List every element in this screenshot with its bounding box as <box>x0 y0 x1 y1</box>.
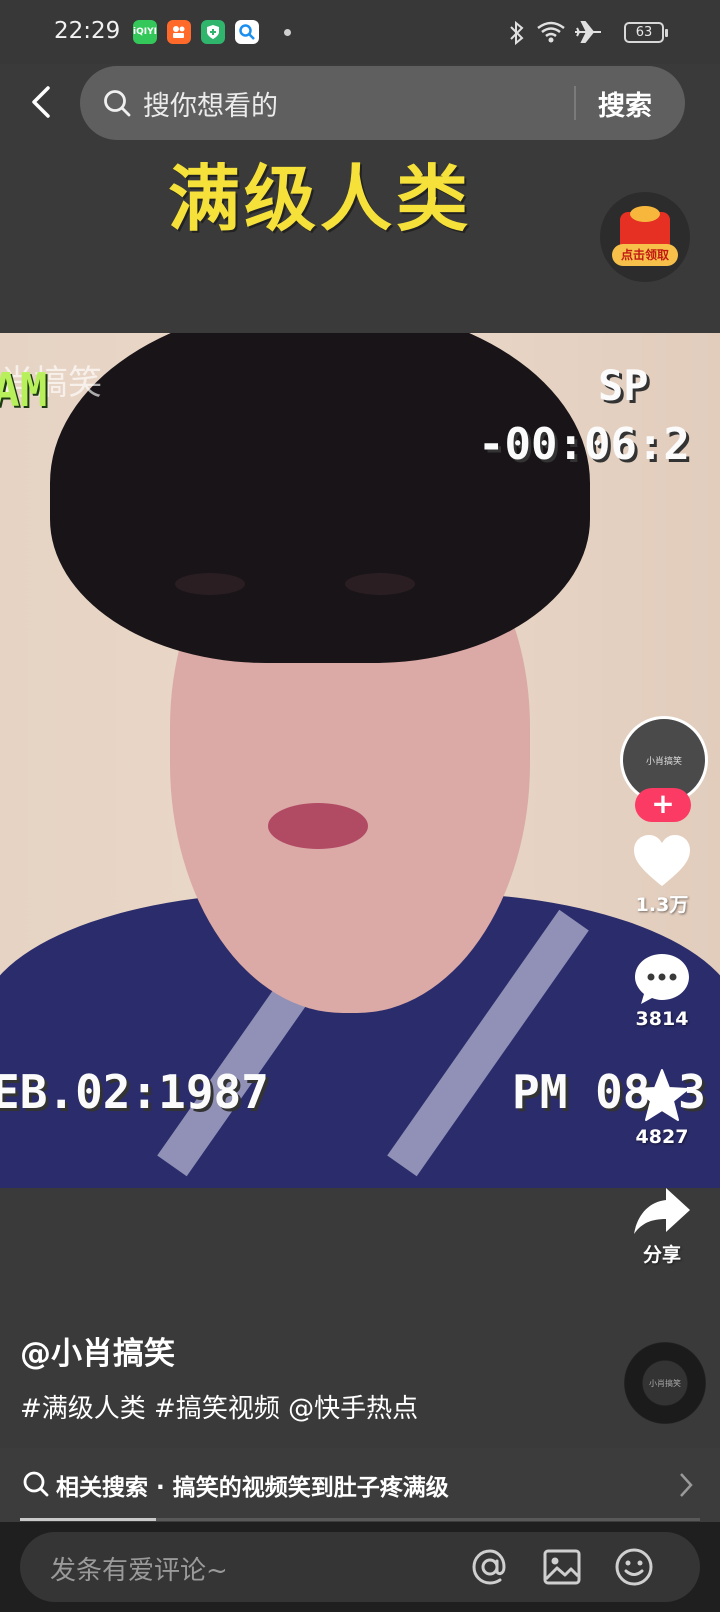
bluetooth-icon <box>510 20 524 46</box>
favorite-count: 4827 <box>635 1126 689 1148</box>
music-disc[interactable]: 小肖搞笑 <box>624 1342 706 1424</box>
vhs-sp-label: SP <box>598 361 649 410</box>
search-icon <box>104 90 131 117</box>
comment-input[interactable]: 发条有爱评论~ <box>20 1532 700 1602</box>
video-progress-bar[interactable] <box>20 1518 700 1521</box>
reward-button[interactable]: 点击领取 <box>600 192 690 282</box>
status-bar: 22:29 iQIYI 63 <box>0 0 720 64</box>
vhs-am-label: AM <box>0 363 48 417</box>
comment-bar: 发条有爱评论~ <box>0 1522 720 1612</box>
video-subject-mouth <box>268 803 368 849</box>
video-player[interactable]: 肖搞笑 AM SP -00:06:2 EB.02:1987 PM 08:3 <box>0 333 720 1188</box>
notification-dot <box>284 29 291 36</box>
comment-button[interactable]: 3814 <box>610 952 714 1030</box>
related-search-bar[interactable]: 相关搜索 · 搞笑的视频笑到肚子疼满级 <box>0 1448 720 1522</box>
post-description[interactable]: #满级人类 #搞笑视频 @快手热点 <box>20 1388 418 1425</box>
video-subject-hair <box>50 333 590 663</box>
search-icon <box>23 1471 49 1497</box>
reward-label: 点击领取 <box>612 244 678 266</box>
search-divider <box>574 86 576 120</box>
vhs-date: EB.02:1987 <box>0 1065 269 1119</box>
search-app-icon <box>235 20 259 44</box>
comment-icon <box>635 954 689 1004</box>
video-subject-eye <box>175 573 245 595</box>
related-search-text: 相关搜索 · 搞笑的视频笑到肚子疼满级 <box>56 1475 449 1501</box>
like-button[interactable]: 1.3万 <box>610 834 714 917</box>
video-subject-eye <box>345 573 415 595</box>
emoji-icon[interactable] <box>612 1545 656 1589</box>
search-input[interactable]: 搜你想看的 搜索 <box>80 66 685 140</box>
favorite-button[interactable]: 4827 <box>610 1068 714 1148</box>
iqiyi-app-icon: iQIYI <box>133 20 157 44</box>
top-bar: 搜你想看的 搜索 <box>0 64 720 150</box>
back-arrow-icon[interactable] <box>22 82 62 122</box>
mention-icon[interactable] <box>468 1545 512 1589</box>
share-button[interactable]: 分享 <box>610 1186 714 1267</box>
share-arrow-icon <box>634 1188 690 1234</box>
status-time: 22:29 <box>54 18 121 44</box>
security-app-icon <box>201 20 225 44</box>
comment-count: 3814 <box>635 1008 689 1030</box>
search-placeholder: 搜你想看的 <box>143 91 278 122</box>
image-icon[interactable] <box>540 1545 584 1589</box>
star-icon <box>635 1069 689 1121</box>
battery-indicator: 63 <box>624 22 668 43</box>
kuaishou-app-icon <box>167 20 191 44</box>
share-label: 分享 <box>642 1244 681 1266</box>
video-progress-fill <box>20 1518 156 1521</box>
comment-placeholder: 发条有爱评论~ <box>50 1556 228 1586</box>
chevron-right-icon <box>680 1473 693 1497</box>
airplane-mode-icon <box>575 21 601 43</box>
like-count: 1.3万 <box>635 894 689 916</box>
vhs-counter: -00:06:2 <box>478 419 690 470</box>
search-button[interactable]: 搜索 <box>598 84 652 123</box>
wifi-icon <box>537 21 565 43</box>
coin-icon <box>630 206 660 222</box>
follow-button[interactable]: + <box>635 788 691 822</box>
author-name[interactable]: @小肖搞笑 <box>20 1328 175 1373</box>
heart-icon <box>634 835 690 886</box>
